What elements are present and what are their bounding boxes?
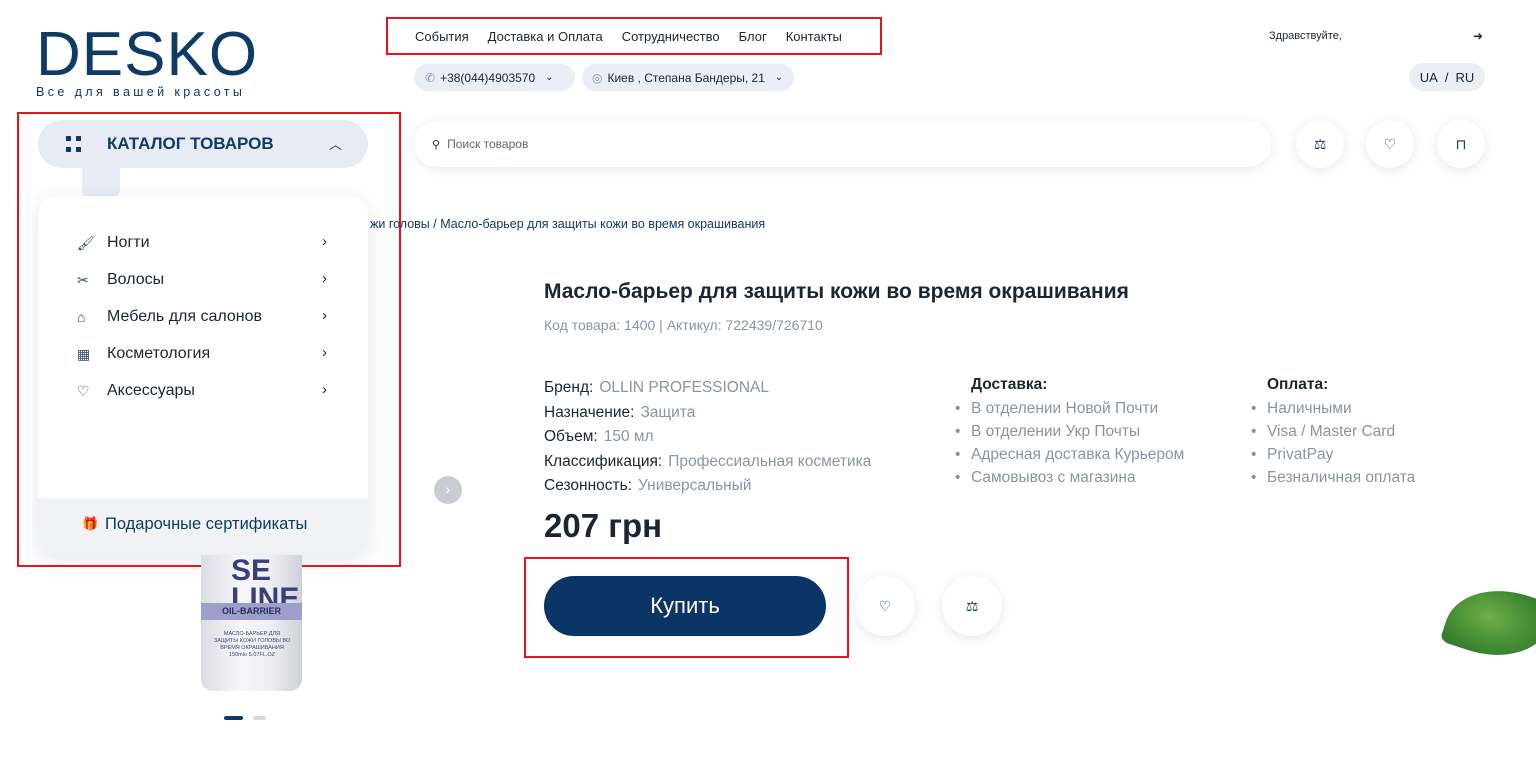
spec-row: Назначение: Защита xyxy=(544,401,871,426)
phone-icon: ✆ xyxy=(425,70,436,85)
nav-link-contacts[interactable]: Контакты xyxy=(786,29,842,44)
pagination-dot-active[interactable] xyxy=(224,716,243,720)
nav-link-blog[interactable]: Блог xyxy=(739,29,767,44)
phone-dropdown[interactable]: ✆ +38(044)4903570 ⌄ xyxy=(414,64,575,91)
product-code: Код товара: 1400 | Актикул: 722439/72671… xyxy=(544,317,823,333)
logo[interactable]: DESKO Все для вашей красоты xyxy=(36,20,266,100)
store-address: Киев , Степана Бандеры, 21 xyxy=(607,70,765,85)
product-image: SE LINE OIL-BARRIER МАСЛО-БАРЬЕР ДЛЯ ЗАЩ… xyxy=(201,555,302,691)
spec-row: Объем: 150 мл xyxy=(544,425,871,450)
bottle-band: OIL-BARRIER xyxy=(201,603,302,620)
delivery-option: В отделении Укр Почты xyxy=(955,420,1184,443)
catalog-highlight-frame xyxy=(17,112,401,567)
nav-link-events[interactable]: События xyxy=(415,29,469,44)
delivery-option: В отделении Новой Почти xyxy=(955,397,1184,420)
spec-key: Сезонность: xyxy=(544,477,632,494)
spec-value: Универсальный xyxy=(638,477,752,494)
wishlist-button[interactable]: ♡ xyxy=(1366,120,1414,168)
lang-ua[interactable]: UA xyxy=(1420,70,1438,85)
spec-value: OLLIN PROFESSIONAL xyxy=(599,379,770,396)
delivery-option: Адресная доставка Курьером xyxy=(955,443,1184,466)
buy-highlight-frame xyxy=(524,557,849,658)
search-bar[interactable]: ⚲ Поиск товаров xyxy=(414,121,1271,167)
chevron-down-icon: ⌄ xyxy=(545,72,554,83)
spec-value: Профессиальная косметика xyxy=(668,452,872,470)
heart-icon: ♡ xyxy=(878,597,892,614)
greeting-text: Здравствуйте, xyxy=(1269,30,1342,42)
spec-row: Классификация: Профессиальная косметика xyxy=(544,450,871,475)
address-dropdown[interactable]: ◎ Киев , Степана Бандеры, 21 ⌄ xyxy=(582,64,794,91)
spec-value: Защита xyxy=(640,403,696,421)
leaf-decoration xyxy=(1439,574,1536,672)
search-icon: ⚲ xyxy=(432,138,441,151)
top-nav: События Доставка и Оплата Сотрудничество… xyxy=(386,17,882,55)
spec-value: 150 мл xyxy=(603,428,654,445)
location-pin-icon: ◎ xyxy=(592,70,603,85)
pagination-dot[interactable] xyxy=(253,716,266,720)
delivery-title: Доставка: xyxy=(971,376,1048,393)
spec-key: Назначение: xyxy=(544,403,635,421)
search-input[interactable]: Поиск товаров xyxy=(447,137,528,151)
payment-option: Наличными xyxy=(1251,397,1415,420)
image-pagination xyxy=(224,716,266,720)
next-image-button[interactable]: › xyxy=(434,476,462,504)
chevron-down-icon: ⌄ xyxy=(774,72,784,83)
nav-link-delivery-payment[interactable]: Доставка и Оплата xyxy=(488,29,603,44)
spec-key: Классификация: xyxy=(544,452,663,470)
scales-icon: ⚖ xyxy=(965,597,979,614)
logo-word: DESKO xyxy=(36,20,259,89)
delivery-option: Самовывоз с магазина xyxy=(955,466,1184,489)
nav-link-cooperation[interactable]: Сотрудничество xyxy=(622,29,720,44)
delivery-info: Доставка: В отделении Новой Почти В отде… xyxy=(955,376,1184,489)
scales-icon: ⚖ xyxy=(1313,135,1327,152)
product-specs: Бренд: OLLIN PROFESSIONAL Назначение: Защи… xyxy=(544,376,871,499)
shopping-bag-icon: ⊓ xyxy=(1455,135,1467,152)
spec-key: Бренд: xyxy=(544,379,594,396)
language-switcher: UA / RU xyxy=(1409,63,1485,91)
payment-option: Visa / Master Card xyxy=(1251,420,1415,443)
product-title: Масло-барьер для защиты кожи во время ок… xyxy=(544,280,1129,303)
bottle-label: МАСЛО-БАРЬЕР ДЛЯ ЗАЩИТЫ КОЖИ ГОЛОВЫ ВО В… xyxy=(213,631,291,658)
heart-icon: ♡ xyxy=(1383,135,1397,152)
payment-option: PrivatPay xyxy=(1251,443,1415,466)
add-to-wishlist-button[interactable]: ♡ xyxy=(855,576,915,636)
cart-button[interactable]: ⊓ xyxy=(1437,120,1485,168)
spec-row: Бренд: OLLIN PROFESSIONAL xyxy=(544,376,871,401)
payment-option: Безналичная оплата xyxy=(1251,466,1415,489)
spec-key: Объем: xyxy=(544,428,598,445)
logout-icon[interactable]: ➜ xyxy=(1473,29,1483,43)
payment-info: Оплата: Наличными Visa / Master Card Pri… xyxy=(1251,376,1415,489)
payment-title: Оплата: xyxy=(1267,376,1329,393)
compare-button[interactable]: ⚖ xyxy=(1296,120,1344,168)
add-to-compare-button[interactable]: ⚖ xyxy=(942,576,1002,636)
product-price: 207 грн xyxy=(544,507,663,544)
phone-number: +38(044)4903570 xyxy=(440,70,536,85)
breadcrumb[interactable]: жи головы / Масло-барьер для защиты кожи… xyxy=(370,217,765,231)
lang-ru[interactable]: RU xyxy=(1455,70,1474,85)
spec-row: Сезонность: Универсальный xyxy=(544,474,871,499)
lang-separator: / xyxy=(1444,69,1449,85)
logo-tagline: Все для вашей красоты xyxy=(36,85,246,99)
